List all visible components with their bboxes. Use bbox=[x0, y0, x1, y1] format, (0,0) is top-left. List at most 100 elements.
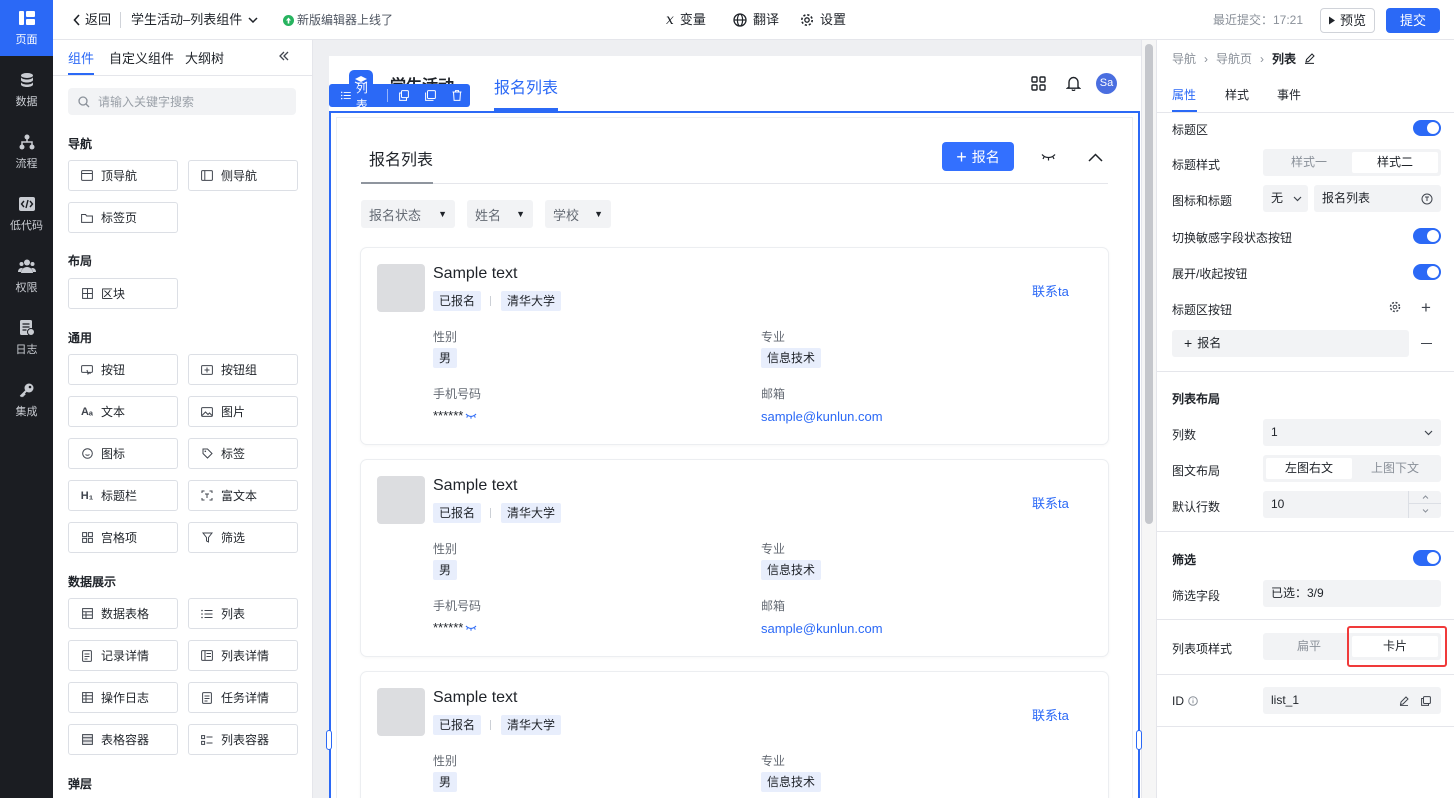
columns-select[interactable]: 1 bbox=[1263, 419, 1441, 446]
tab-outline[interactable]: 大纲树 bbox=[185, 48, 224, 67]
list-item-card[interactable]: Sample text 已报名 清华大学 联系ta 性别 男 专业 信息技术 手… bbox=[361, 248, 1108, 444]
component-operation-log[interactable]: 操作日志 bbox=[68, 682, 178, 713]
component-tabs[interactable]: 标签页 bbox=[68, 202, 178, 233]
component-list-detail[interactable]: 列表详情 bbox=[188, 640, 298, 671]
contact-link[interactable]: 联系ta bbox=[1032, 705, 1069, 724]
rail-item-data[interactable]: 数据 bbox=[0, 62, 53, 118]
tab-events[interactable]: 事件 bbox=[1277, 86, 1301, 103]
title-area-toggle[interactable] bbox=[1413, 120, 1441, 136]
component-text[interactable]: Aₐ 文本 bbox=[68, 396, 178, 427]
component-list-container[interactable]: 列表容器 bbox=[188, 724, 298, 755]
image-layout-top[interactable]: 上图下文 bbox=[1352, 458, 1438, 479]
title-text-input[interactable]: 报名列表 bbox=[1314, 185, 1441, 212]
component-type-selector[interactable]: 列表 bbox=[329, 79, 387, 113]
contact-link[interactable]: 联系ta bbox=[1032, 281, 1069, 300]
copy-icon[interactable] bbox=[388, 90, 417, 101]
component-rich-text[interactable]: 富文本 bbox=[188, 480, 298, 511]
contact-link[interactable]: 联系ta bbox=[1032, 493, 1069, 512]
submit-button[interactable]: 提交 bbox=[1386, 8, 1441, 33]
tab-components[interactable]: 组件 bbox=[68, 48, 94, 67]
rail-item-integration[interactable]: 集成 bbox=[0, 372, 53, 428]
component-side-nav[interactable]: 侧导航 bbox=[188, 160, 298, 191]
component-task-detail[interactable]: 任务详情 bbox=[188, 682, 298, 713]
sensitive-field-toggle[interactable] bbox=[1413, 228, 1441, 244]
title-button-item[interactable]: + 报名 bbox=[1172, 330, 1409, 357]
component-title-bar[interactable]: H₁ 标题栏 bbox=[68, 480, 178, 511]
expand-collapse-toggle[interactable] bbox=[1413, 264, 1441, 280]
component-table-container[interactable]: 表格容器 bbox=[68, 724, 178, 755]
image-layout-left[interactable]: 左图右文 bbox=[1266, 458, 1352, 479]
translate-button[interactable]: 翻译 bbox=[733, 0, 779, 40]
back-button[interactable]: 返回 bbox=[73, 0, 111, 40]
duplicate-icon[interactable] bbox=[417, 90, 444, 101]
list-item-card[interactable]: Sample text 已报名 清华大学 联系ta 性别 男 专业 信息技术 手… bbox=[361, 460, 1108, 656]
email-link[interactable]: sample@kunlun.com bbox=[761, 409, 883, 424]
copy-icon[interactable] bbox=[1421, 695, 1431, 706]
apps-grid-icon[interactable] bbox=[1031, 76, 1046, 94]
tab-custom-components[interactable]: 自定义组件 bbox=[109, 48, 174, 67]
rail-item-lowcode[interactable]: 低代码 bbox=[0, 186, 53, 242]
collapse-panel-icon[interactable] bbox=[278, 50, 290, 65]
edit-icon[interactable] bbox=[1304, 53, 1315, 64]
settings-button[interactable]: 设置 bbox=[800, 0, 846, 40]
app-title-dropdown[interactable]: 学生活动–列表组件 bbox=[131, 0, 258, 40]
eye-closed-icon[interactable] bbox=[465, 624, 477, 632]
icon-select[interactable]: 无 bbox=[1263, 185, 1308, 212]
filter-status-dropdown[interactable]: 报名状态 ▼ bbox=[361, 200, 455, 228]
filter-school-dropdown[interactable]: 学校 ▼ bbox=[545, 200, 611, 228]
component-data-table[interactable]: 数据表格 bbox=[68, 598, 178, 629]
breadcrumb-item[interactable]: 导航 bbox=[1172, 50, 1196, 67]
rail-item-permissions[interactable]: 权限 bbox=[0, 248, 53, 304]
component-top-nav[interactable]: 顶导航 bbox=[68, 160, 178, 191]
filter-name-dropdown[interactable]: 姓名 ▼ bbox=[467, 200, 533, 228]
translate-icon[interactable] bbox=[1421, 193, 1433, 205]
component-icon[interactable]: 图标 bbox=[68, 438, 178, 469]
email-link[interactable]: sample@kunlun.com bbox=[761, 621, 883, 636]
canvas-scroll-thumb[interactable] bbox=[1145, 44, 1153, 524]
filter-fields-selector[interactable]: 已选：3/9 bbox=[1263, 580, 1441, 607]
component-search-input[interactable]: 请输入关键字搜索 bbox=[68, 88, 296, 115]
notice-link[interactable]: 新版编辑器上线了 bbox=[283, 0, 393, 40]
tab-properties[interactable]: 属性 bbox=[1172, 86, 1196, 103]
item-style-flat[interactable]: 扁平 bbox=[1266, 636, 1352, 657]
preview-button[interactable]: 预览 bbox=[1320, 8, 1376, 33]
breadcrumb-item[interactable]: 导航页 bbox=[1216, 50, 1252, 67]
variables-button[interactable]: 𝑥 变量 bbox=[666, 0, 706, 40]
list-item-card[interactable]: Sample text 已报名 清华大学 联系ta 性别 男 专业 信息技术 bbox=[361, 672, 1108, 798]
component-list[interactable]: 列表 bbox=[188, 598, 298, 629]
gear-icon[interactable] bbox=[1389, 301, 1401, 316]
last-submit-time: 最近提交：17:21 bbox=[1213, 13, 1304, 27]
component-tag[interactable]: 标签 bbox=[188, 438, 298, 469]
title-style-option-1[interactable]: 样式一 bbox=[1266, 152, 1352, 173]
resize-handle-left[interactable] bbox=[326, 730, 332, 750]
add-icon[interactable]: + bbox=[1421, 299, 1431, 316]
edit-icon[interactable] bbox=[1399, 695, 1409, 706]
title-style-option-2[interactable]: 样式二 bbox=[1352, 152, 1438, 173]
filter-toggle[interactable] bbox=[1413, 550, 1441, 566]
rail-item-logs[interactable]: 日志 bbox=[0, 310, 53, 366]
avatar[interactable]: Sa bbox=[1096, 73, 1117, 94]
tab-style[interactable]: 样式 bbox=[1225, 86, 1249, 103]
component-grid-item[interactable]: 宫格项 bbox=[68, 522, 178, 553]
eye-closed-icon[interactable] bbox=[1041, 150, 1056, 165]
eye-closed-icon[interactable] bbox=[465, 412, 477, 420]
info-icon[interactable] bbox=[1188, 696, 1198, 706]
component-block[interactable]: 区块 bbox=[68, 278, 178, 309]
stepper-up-icon[interactable] bbox=[1409, 491, 1441, 504]
id-input[interactable]: list_1 bbox=[1263, 687, 1441, 714]
rail-item-flow[interactable]: 流程 bbox=[0, 124, 53, 180]
component-image[interactable]: 图片 bbox=[188, 396, 298, 427]
signup-button[interactable]: + 报名 bbox=[942, 142, 1014, 171]
component-record-detail[interactable]: 记录详情 bbox=[68, 640, 178, 671]
component-button-group[interactable]: 按钮组 bbox=[188, 354, 298, 385]
component-filter[interactable]: 筛选 bbox=[188, 522, 298, 553]
bell-icon[interactable] bbox=[1065, 75, 1082, 94]
component-button[interactable]: 按钮 bbox=[68, 354, 178, 385]
chevron-up-icon[interactable] bbox=[1088, 150, 1103, 165]
trash-icon[interactable] bbox=[444, 90, 470, 101]
rail-item-pages[interactable]: 页面 bbox=[0, 0, 53, 56]
stepper-down-icon[interactable] bbox=[1409, 504, 1441, 517]
nav-item-signup-list[interactable]: 报名列表 bbox=[494, 74, 558, 98]
remove-icon[interactable] bbox=[1421, 343, 1432, 345]
resize-handle-right[interactable] bbox=[1136, 730, 1142, 750]
